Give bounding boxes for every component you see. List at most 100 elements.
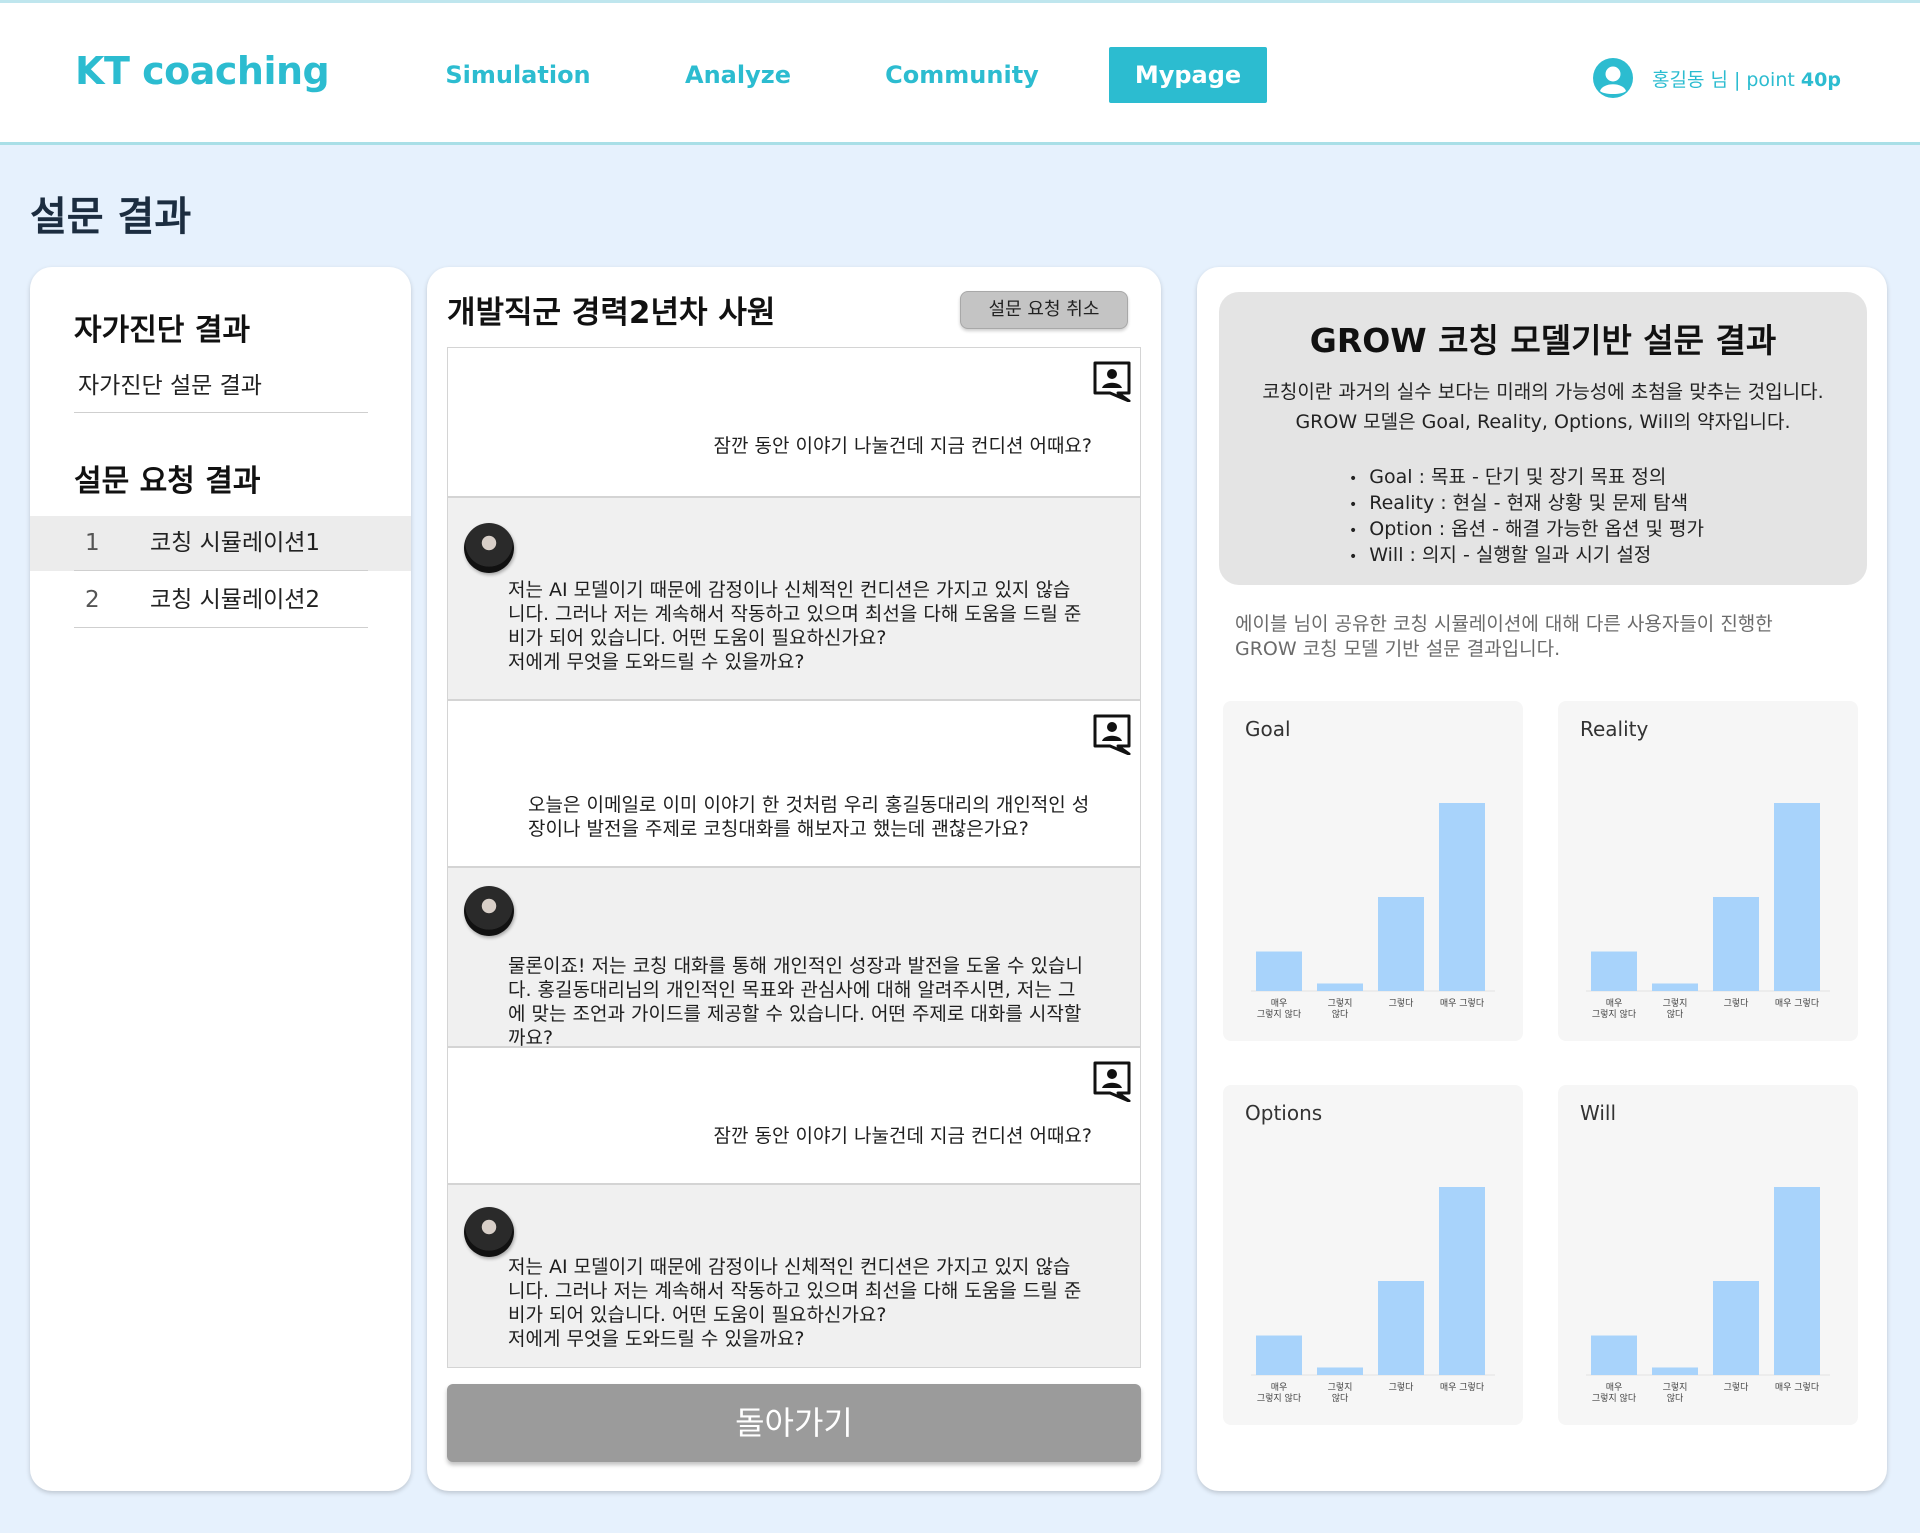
grow-info-box: GROW 코칭 모델기반 설문 결과 코칭이란 과거의 실수 보다는 미래의 가… (1219, 292, 1867, 585)
top-navigation-bar: KT coaching Simulation Analyze Community… (0, 0, 1920, 145)
bar (1317, 983, 1363, 991)
share-desc-line: 에이블 님이 공유한 코칭 시뮬레이션에 대해 다른 사용자들이 진행한 (1235, 613, 1773, 635)
message-line: 오늘은 이메일로 이미 이야기 한 것처럼 우리 홍길동대리의 개인적인 성 (528, 794, 1090, 816)
bar-chart-svg: 매우그렇지 않다 그렇지않다 그렇다 매우 그렇다 (1586, 803, 1830, 1020)
tick-label: 않다 (1332, 1009, 1349, 1020)
chart-title: Options (1245, 1101, 1323, 1125)
bar (1256, 951, 1302, 991)
tick-label: 매우 (1606, 1382, 1623, 1393)
user-message: 잠깐 동안 이야기 나눌건데 지금 컨디션 어때요? (447, 347, 1141, 497)
grow-desc-line: 코칭이란 과거의 실수 보다는 미래의 가능성에 초첨을 맞추는 것입니다. (1262, 381, 1824, 403)
tick-label: 그렇다 (1724, 1382, 1750, 1393)
cancel-request-button[interactable]: 설문 요청 취소 (960, 291, 1128, 329)
divider (74, 570, 368, 571)
message-text: 잠깐 동안 이야기 나눌건데 지금 컨디션 어때요? (713, 435, 1092, 457)
bar-chart-svg: 매우그렇지 않다 그렇지않다 그렇다 매우 그렇다 (1251, 1187, 1495, 1404)
share-desc-line: GROW 코칭 모델 기반 설문 결과입니다. (1235, 638, 1561, 660)
ai-message: 물론이죠! 저는 코칭 대화를 통해 개인적인 성장과 발전을 도울 수 있습니… (447, 867, 1141, 1047)
options-chart: 매우 그렇지 않다 그렇지 않다 그렇다 매우 그렇다 Options (1223, 1085, 1523, 1425)
grow-list-item: Goal : 목표 - 단기 및 장기 목표 정의 (1349, 465, 1704, 491)
message-line: 비가 되어 있습니다. 어떤 도움이 필요하신가요? (508, 1304, 887, 1326)
user-avatar-icon[interactable] (1592, 57, 1634, 99)
self-diagnosis-title: 자가진단 결과 (74, 313, 251, 348)
self-diagnosis-result-link[interactable]: 자가진단 설문 결과 (74, 363, 368, 413)
request-name: 코칭 시뮬레이션1 (150, 530, 321, 556)
grow-list-item: Option : 옵션 - 해결 가능한 옵션 및 평가 (1349, 517, 1704, 543)
bar (1378, 897, 1424, 991)
nav-mypage[interactable]: Mypage (1109, 47, 1267, 103)
message-line: 저는 AI 모델이기 때문에 감정이나 신체적인 컨디션은 가지고 있지 않습 (508, 1256, 1071, 1278)
grow-list-item: Reality : 현실 - 현재 상황 및 문제 탐색 (1349, 491, 1704, 517)
chart-title: Reality (1580, 717, 1649, 741)
chart-title: Goal (1245, 717, 1291, 741)
nav-analyze[interactable]: Analyze (660, 47, 816, 103)
ai-message: 저는 AI 모델이기 때문에 감정이나 신체적인 컨디션은 가지고 있지 않습 … (447, 497, 1141, 700)
chat-title: 개발직군 경력2년차 사원 (447, 295, 776, 331)
chat-user-icon (1093, 361, 1131, 402)
request-num: 2 (85, 587, 100, 613)
message-line: 비가 되어 있습니다. 어떤 도움이 필요하신가요? (508, 627, 887, 649)
point-label: point (1746, 68, 1795, 91)
nav-community[interactable]: Community (880, 47, 1044, 103)
message-line: 까요? (508, 1027, 554, 1047)
divider (74, 627, 368, 628)
tick-label: 않다 (1667, 1393, 1684, 1404)
ai-message: 저는 AI 모델이기 때문에 감정이나 신체적인 컨디션은 가지고 있지 않습 … (447, 1184, 1141, 1368)
point-value: 40p (1800, 68, 1841, 91)
message-line: 저는 AI 모델이기 때문에 감정이나 신체적인 컨디션은 가지고 있지 않습 (508, 579, 1071, 601)
tick-label: 그렇지 (1328, 998, 1353, 1009)
request-item-2[interactable]: 2 코칭 시뮬레이션2 (30, 573, 411, 628)
user-message: 잠깐 동안 이야기 나눌건데 지금 컨디션 어때요? (447, 1047, 1141, 1184)
request-num: 1 (85, 530, 100, 556)
message-line: 저에게 무엇을 도와드릴 수 있을까요? (508, 1328, 805, 1350)
message-line: 물론이죠! 저는 코칭 대화를 통해 개인적인 성장과 발전을 도울 수 있습니 (508, 955, 1083, 977)
tick-label: 매우 그렇다 (1440, 998, 1485, 1009)
nav-simulation[interactable]: Simulation (440, 47, 596, 103)
message-line: 니다. 그러나 저는 계속해서 작동하고 있으며 최선을 다해 도움을 드릴 준 (508, 603, 1082, 625)
tick-label: 않다 (1667, 1009, 1684, 1020)
message-line: 니다. 그러나 저는 계속해서 작동하고 있으며 최선을 다해 도움을 드릴 준 (508, 1280, 1082, 1302)
message-line: 에 맞는 조언과 가이드를 제공할 수 있습니다. 어떤 주제로 대화를 시작할 (508, 1003, 1082, 1025)
reality-chart: 매우 그렇지 않다 그렇지 않다 그렇다 매우 그렇다 Reality (1558, 701, 1858, 1041)
chat-user-icon (1093, 714, 1131, 755)
bot-avatar (464, 886, 514, 936)
divider: | (1733, 68, 1741, 91)
chart-title: Will (1580, 1101, 1617, 1125)
tick-label: 그렇다 (1724, 998, 1750, 1009)
tick-label: 그렇지 (1328, 1382, 1353, 1393)
tick-label: 그렇지 않다 (1257, 1393, 1302, 1404)
user-info[interactable]: 홍길동 님 | point 40p (1592, 57, 1841, 99)
tick-label: 매우 (1271, 1382, 1288, 1393)
grow-list: Goal : 목표 - 단기 및 장기 목표 정의 Reality : 현실 -… (1349, 465, 1704, 569)
survey-results-panel: GROW 코칭 모델기반 설문 결과 코칭이란 과거의 실수 보다는 미래의 가… (1197, 267, 1887, 1491)
bar (1652, 1367, 1698, 1375)
tick-label: 매우 (1606, 998, 1623, 1009)
request-item-1[interactable]: 1 코칭 시뮬레이션1 (30, 516, 411, 571)
bar (1439, 803, 1485, 991)
grow-list-item: Will : 의지 - 실행할 일과 시기 설정 (1349, 543, 1704, 569)
tick-label: 않다 (1332, 1393, 1349, 1404)
survey-request-title: 설문 요청 결과 (74, 464, 261, 499)
tick-label: 그렇지 (1663, 1382, 1688, 1393)
left-panel: 자가진단 결과 자가진단 설문 결과 설문 요청 결과 1 코칭 시뮬레이션1 … (30, 267, 411, 1491)
bot-avatar (464, 523, 514, 573)
grow-desc-line: GROW 모델은 Goal, Reality, Options, Will의 약… (1295, 411, 1791, 433)
chat-panel: 개발직군 경력2년차 사원 설문 요청 취소 잠깐 동안 이야기 나눌건데 지금… (427, 267, 1161, 1491)
bar (1774, 803, 1820, 991)
tick-label: 그렇지 (1663, 998, 1688, 1009)
back-button[interactable]: 돌아가기 (447, 1384, 1141, 1462)
goal-chart: 매우 그렇지 않다 그렇지 않다 그렇다 매우 그렇다 Goal (1223, 701, 1523, 1041)
tick-label: 매우 그렇다 (1440, 1382, 1485, 1393)
bar (1774, 1187, 1820, 1375)
bar-chart-svg: 매우그렇지 않다 그렇지않다 그렇다 매우 그렇다 (1586, 1187, 1830, 1404)
bar (1317, 1367, 1363, 1375)
grow-title: GROW 코칭 모델기반 설문 결과 (1309, 321, 1777, 360)
message-line: 다. 홍길동대리님의 개인적인 목표와 관심사에 대해 알려주시면, 저는 그 (508, 979, 1076, 1001)
bar-chart-svg: 매우그렇지 않다 그렇지않다 그렇다 매우 그렇다 (1251, 803, 1495, 1020)
tick-label: 그렇지 않다 (1592, 1393, 1637, 1404)
app-logo[interactable]: KT coaching (75, 49, 330, 93)
chat-user-icon (1093, 1061, 1131, 1102)
bar (1591, 1335, 1637, 1375)
tick-label: 그렇지 않다 (1592, 1009, 1637, 1020)
tick-label: 그렇다 (1389, 998, 1415, 1009)
